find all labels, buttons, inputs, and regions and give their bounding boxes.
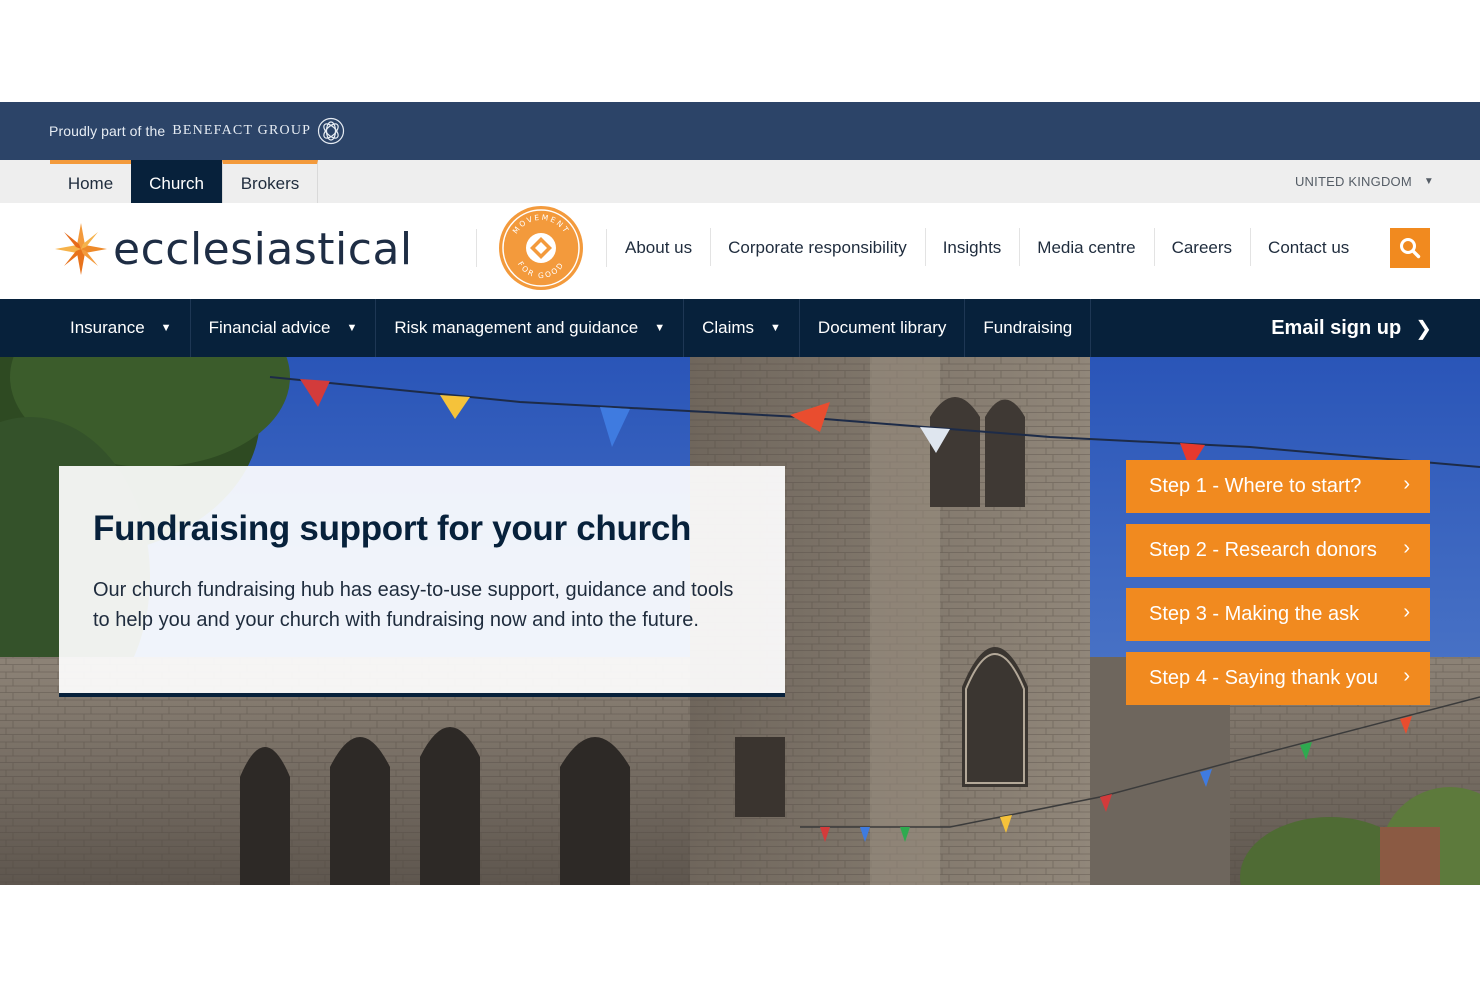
tab-brokers[interactable]: Brokers [222,160,318,203]
nav-claims[interactable]: Claims ▼ [684,299,800,357]
nav-fundraising[interactable]: Fundraising [965,299,1092,357]
caret-down-icon: ▼ [770,322,781,334]
nav-label: Claims [702,318,755,337]
util-link-media-centre[interactable]: Media centre [1019,228,1153,266]
region-label: UNITED KINGDOM [1294,174,1412,189]
step-4-button[interactable]: Step 4 - Saying thank you › [1126,652,1430,705]
search-icon [1400,238,1421,259]
step-1-button[interactable]: Step 1 - Where to start? › [1126,460,1430,513]
region-selector[interactable]: UNITED KINGDOM ▼ [1295,160,1434,203]
hero-text-card: Fundraising support for your church Our … [59,466,785,697]
step-label: Step 4 - Saying thank you [1149,667,1379,689]
nav-insurance[interactable]: Insurance ▼ [0,299,191,357]
main-nav: Insurance ▼ Financial advice ▼ Risk mana… [0,299,1480,357]
movement-for-good-icon: MOVEMENT FOR GOOD [501,208,581,288]
caret-down-icon: ▼ [160,322,172,334]
chevron-right-icon: › [1403,473,1410,495]
site-tabs-bar: Home Church Brokers UNITED KINGDOM ▼ [0,160,1480,203]
util-link-about-us[interactable]: About us [607,238,710,258]
search-button[interactable] [1390,228,1430,268]
nav-label: Risk management and guidance [394,318,639,337]
caret-down-icon: ▼ [346,322,358,334]
step-label: Step 1 - Where to start? [1149,475,1362,497]
email-signup-link[interactable]: Email sign up ❯ [1271,299,1432,357]
benefact-group-link[interactable]: BENEFACT GROUP [172,123,311,139]
nav-label: Financial advice [208,318,331,337]
caret-down-icon: ▼ [1423,176,1434,187]
util-link-corporate-responsibility[interactable]: Corporate responsibility [710,228,925,266]
chevron-right-icon: › [1403,665,1410,687]
chevron-right-icon: › [1403,601,1410,623]
nav-financial-advice[interactable]: Financial advice ▼ [191,299,377,357]
chevron-right-icon: › [1403,537,1410,559]
benefact-group-bar: Proudly part of the BENEFACT GROUP [0,102,1480,160]
util-link-insights[interactable]: Insights [924,228,1020,266]
nav-label: Document library [817,318,947,337]
tab-church[interactable]: Church [131,160,222,203]
hero-description: Our church fundraising hub has easy-to-u… [93,579,734,631]
tab-home[interactable]: Home [50,160,131,203]
email-signup-label: Email sign up [1271,316,1402,339]
step-2-button[interactable]: Step 2 - Research donors › [1126,524,1430,577]
nav-risk-management[interactable]: Risk management and guidance ▼ [376,299,685,357]
benefact-knot-icon [318,117,345,145]
utility-nav: About us Corporate responsibility Insigh… [607,227,1367,269]
movement-for-good-badge[interactable]: MOVEMENT FOR GOOD [499,206,583,290]
step-3-button[interactable]: Step 3 - Making the ask › [1126,588,1430,641]
orange-star-icon [55,223,107,275]
nav-label: Fundraising [983,318,1073,337]
step-label: Step 2 - Research donors [1149,539,1377,561]
site-header: ecclesiastical MOVEMENT FOR GOOD About u… [0,203,1480,299]
header-divider [476,229,477,267]
ecclesiastical-logo[interactable]: ecclesiastical [53,221,413,277]
nav-label: Insurance [70,318,145,337]
util-link-contact-us[interactable]: Contact us [1250,228,1367,266]
util-link-careers[interactable]: Careers [1153,228,1250,266]
logo-wordmark: ecclesiastical [113,223,413,275]
group-bar-text: Proudly part of the [49,123,166,139]
hero-title: Fundraising support for your church [93,509,692,548]
fundraising-steps: Step 1 - Where to start? › Step 2 - Rese… [1126,460,1430,716]
step-label: Step 3 - Making the ask [1149,603,1360,625]
caret-down-icon: ▼ [654,322,666,334]
chevron-right-icon: ❯ [1415,317,1432,340]
nav-document-library[interactable]: Document library [800,299,966,357]
hero-banner: Fundraising support for your church Our … [0,357,1480,885]
